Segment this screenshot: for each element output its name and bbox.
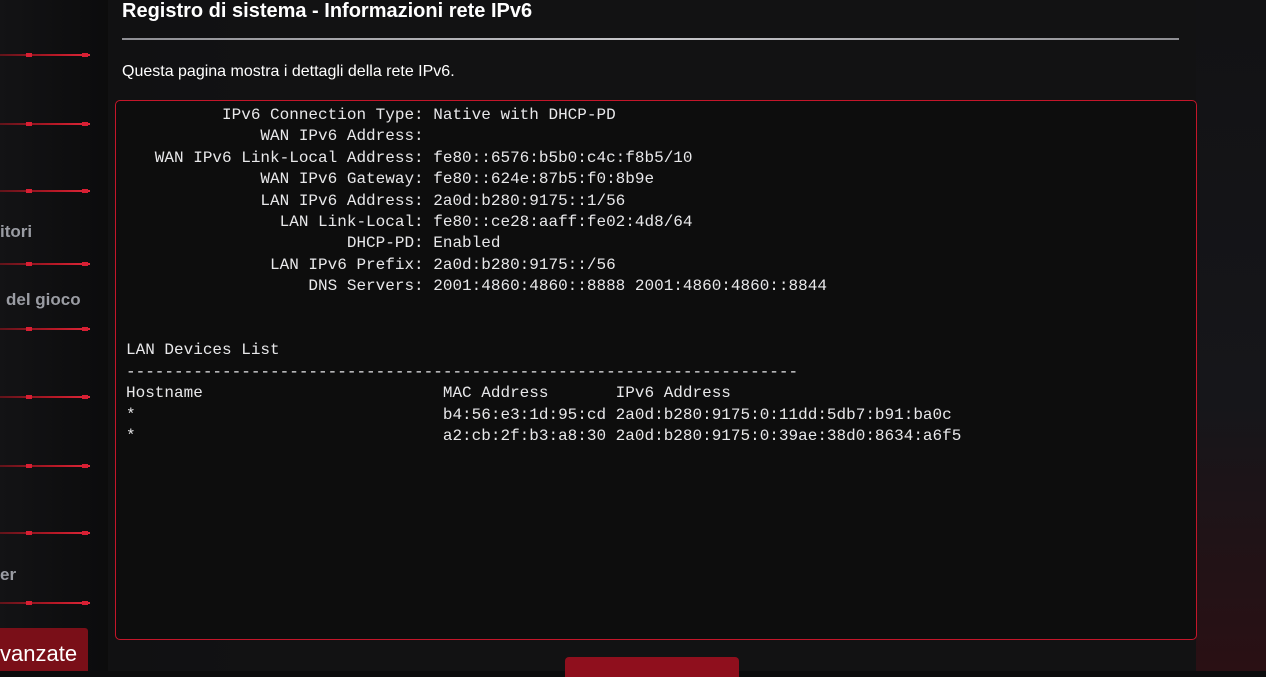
sidebar-separator xyxy=(0,531,90,535)
ipv6-log-content: IPv6 Connection Type: Native with DHCP-P… xyxy=(126,106,962,446)
refresh-button[interactable] xyxy=(565,657,739,677)
right-background-edge xyxy=(1196,0,1266,671)
sidebar-separator xyxy=(0,262,90,266)
title-divider xyxy=(122,38,1179,40)
sidebar-separator xyxy=(0,464,90,468)
sidebar-separator xyxy=(0,327,90,331)
sidebar-item-monitor[interactable]: itori xyxy=(0,222,32,242)
sidebar-separator xyxy=(0,189,90,193)
sidebar-separator xyxy=(0,395,90,399)
page-title: Registro di sistema - Informazioni rete … xyxy=(122,0,533,22)
sidebar-separator xyxy=(0,122,90,126)
sidebar-menu: itori del gioco er vanzate xyxy=(0,0,106,671)
sidebar-item-label: vanzate xyxy=(0,641,78,666)
sidebar-item-game[interactable]: del gioco xyxy=(6,290,81,310)
ipv6-log-textarea[interactable]: IPv6 Connection Type: Native with DHCP-P… xyxy=(115,100,1197,640)
sidebar-item-server[interactable]: er xyxy=(0,565,16,585)
sidebar-item-advanced-settings[interactable]: vanzate xyxy=(0,628,88,671)
page-description: Questa pagina mostra i dettagli della re… xyxy=(122,63,455,80)
sidebar-separator xyxy=(0,601,90,605)
sidebar-separator xyxy=(0,53,90,57)
